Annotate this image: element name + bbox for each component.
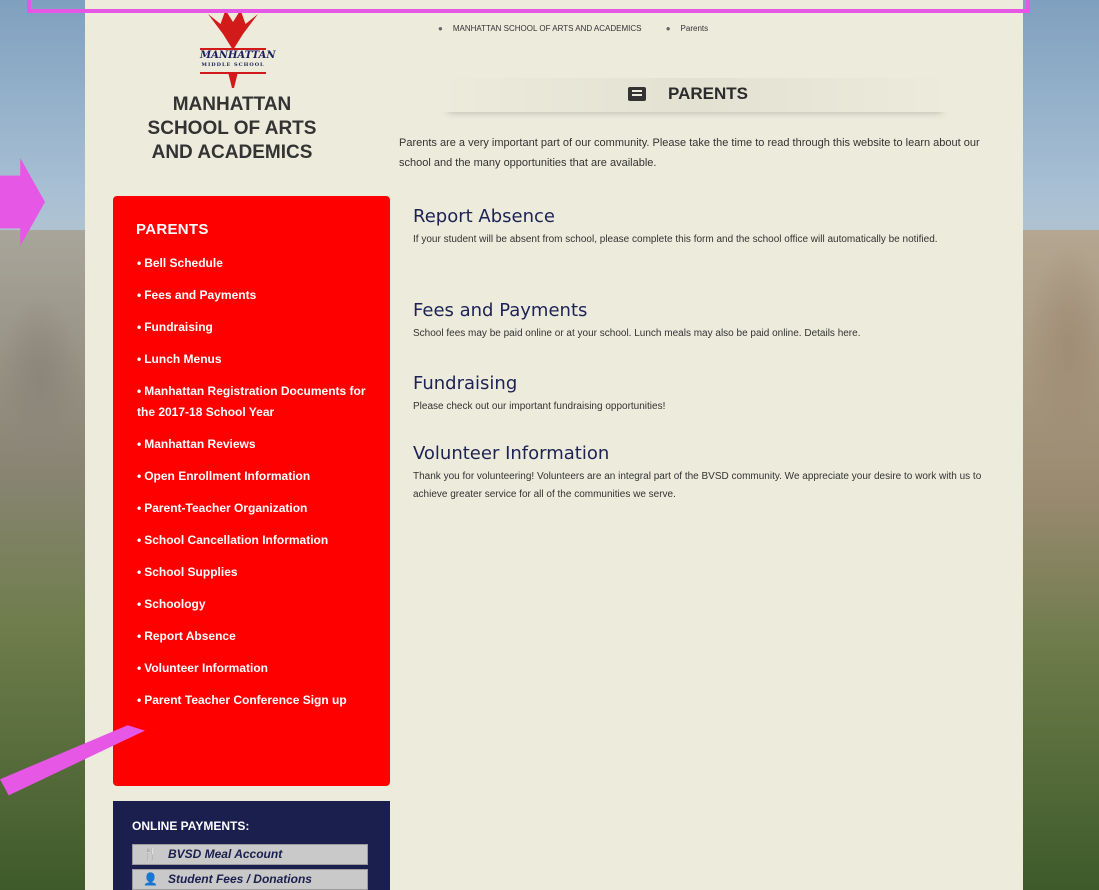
sidebar-item-registration-documents[interactable]: • Manhattan Registration Documents for th… bbox=[137, 381, 382, 423]
sidebar-item-label: Volunteer Information bbox=[144, 661, 268, 675]
sidebar-item-label: Lunch Menus bbox=[144, 352, 222, 366]
logo-band-subtext: MIDDLE SCHOOL bbox=[201, 62, 265, 68]
sidebar-item-parent-teacher-organization[interactable]: • Parent-Teacher Organization bbox=[137, 498, 382, 519]
online-payments-panel: ONLINE PAYMENTS: 🍴 BVSD Meal Account 👤 Stu… bbox=[113, 801, 390, 890]
sidebar-item-report-absence[interactable]: • Report Absence bbox=[137, 626, 382, 647]
sidebar-item-label: School Cancellation Information bbox=[144, 533, 329, 547]
phoenix-icon bbox=[208, 10, 258, 50]
section-body: Please check out our important fundraisi… bbox=[413, 401, 666, 412]
sidebar-item-label: Open Enrollment Information bbox=[144, 469, 311, 483]
logo-band-text: MANHATTAN bbox=[200, 50, 276, 61]
breadcrumb-bullet: ● bbox=[665, 24, 671, 33]
sidebar-item-manhattan-reviews[interactable]: • Manhattan Reviews bbox=[137, 434, 382, 455]
intro-text: Parents are a very important part of our… bbox=[399, 137, 980, 169]
sidebar-item-label: Fees and Payments bbox=[144, 288, 257, 302]
online-payments-heading: ONLINE PAYMENTS: bbox=[132, 819, 250, 833]
bvsd-meal-account-button[interactable]: 🍴 BVSD Meal Account bbox=[132, 844, 368, 865]
section-body: Thank you for volunteering! Volunteers a… bbox=[413, 471, 982, 500]
utensils-icon: 🍴 bbox=[143, 847, 158, 861]
sidebar-item-volunteer-information[interactable]: • Volunteer Information bbox=[137, 658, 382, 679]
sidebar-item-label: Parent-Teacher Organization bbox=[144, 501, 308, 515]
section-fees-payments: Fees and Payments School fees may be pai… bbox=[413, 300, 1003, 343]
button-label: Student Fees / Donations bbox=[167, 872, 312, 886]
section-body: If your student will be absent from scho… bbox=[413, 234, 938, 245]
section-heading[interactable]: Report Absence bbox=[413, 206, 1003, 227]
page-title-bar: PARENTS bbox=[440, 78, 950, 112]
section-volunteer-information: Volunteer Information Thank you for volu… bbox=[413, 443, 1003, 504]
page-title: PARENTS bbox=[668, 84, 748, 103]
section-fundraising: Fundraising Please check out our importa… bbox=[413, 373, 1003, 416]
sidebar-item-label: Fundraising bbox=[144, 320, 213, 334]
background-mountains-right bbox=[1019, 230, 1099, 890]
sidebar-item-label: Bell Schedule bbox=[144, 256, 223, 270]
section-body: School fees may be paid online or at you… bbox=[413, 328, 861, 339]
annotation-highlight-box bbox=[27, 0, 1030, 13]
sidebar-item-label: Parent Teacher Conference Sign up bbox=[144, 693, 347, 707]
breadcrumb: ● MANHATTAN SCHOOL OF ARTS AND ACADEMICS … bbox=[438, 24, 730, 33]
school-name[interactable]: MANHATTAN SCHOOL OF ARTS AND ACADEMICS bbox=[140, 93, 324, 165]
sidebar-heading: PARENTS bbox=[136, 221, 209, 238]
breadcrumb-bullet: ● bbox=[438, 24, 443, 33]
sidebar-item-label: Report Absence bbox=[144, 629, 236, 643]
sidebar-item-label: School Supplies bbox=[144, 565, 238, 579]
section-report-absence: Report Absence If your student will be a… bbox=[413, 206, 1003, 249]
sidebar-item-schoology[interactable]: • Schoology bbox=[137, 594, 382, 615]
student-icon: 👤 bbox=[143, 872, 158, 886]
sidebar-list: • Bell Schedule • Fees and Payments • Fundr… bbox=[137, 253, 382, 722]
sidebar-parents-menu: PARENTS • Bell Schedule • Fees and Payment… bbox=[113, 196, 390, 786]
breadcrumb-item-parents: Parents bbox=[680, 24, 709, 33]
section-heading[interactable]: Fundraising bbox=[413, 373, 1003, 394]
school-logo[interactable]: MANHATTAN MIDDLE SCHOOL bbox=[200, 10, 276, 88]
logo-band: MANHATTAN MIDDLE SCHOOL bbox=[200, 48, 276, 74]
sidebar-item-bell-schedule[interactable]: • Bell Schedule bbox=[137, 253, 382, 274]
sidebar-item-fundraising[interactable]: • Fundraising bbox=[137, 317, 382, 338]
sidebar-item-open-enrollment[interactable]: • Open Enrollment Information bbox=[137, 466, 382, 487]
sidebar-item-label: Schoology bbox=[144, 597, 206, 611]
sidebar-item-label: Manhattan Registration Documents for the… bbox=[137, 384, 366, 419]
logo-tail bbox=[228, 72, 238, 88]
student-fees-button[interactable]: 👤 Student Fees / Donations bbox=[132, 869, 368, 890]
sidebar-item-label: Manhattan Reviews bbox=[144, 437, 256, 451]
list-icon bbox=[628, 87, 646, 101]
section-heading[interactable]: Fees and Payments bbox=[413, 300, 1003, 321]
breadcrumb-item-home[interactable]: MANHATTAN SCHOOL OF ARTS AND ACADEMICS bbox=[453, 24, 642, 33]
button-label: BVSD Meal Account bbox=[167, 847, 283, 861]
sidebar-item-school-supplies[interactable]: • School Supplies bbox=[137, 562, 382, 583]
sidebar-item-lunch-menus[interactable]: • Lunch Menus bbox=[137, 349, 382, 370]
sidebar-item-conference-sign-up[interactable]: • Parent Teacher Conference Sign up bbox=[137, 690, 382, 711]
sidebar-item-school-cancellation[interactable]: • School Cancellation Information bbox=[137, 530, 382, 551]
sidebar-item-fees-payments[interactable]: • Fees and Payments bbox=[137, 285, 382, 306]
section-heading[interactable]: Volunteer Information bbox=[413, 443, 1003, 464]
